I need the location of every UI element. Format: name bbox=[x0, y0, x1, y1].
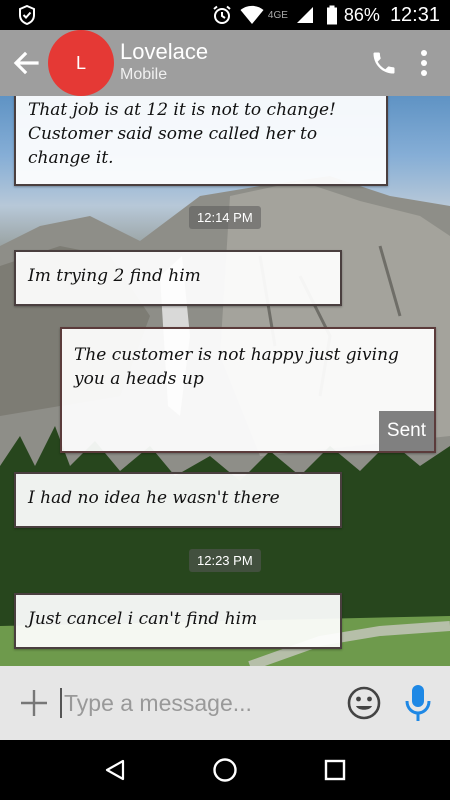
sent-status-badge: Sent bbox=[378, 411, 434, 451]
message-text-line: The customer is not happy just giving bbox=[74, 345, 399, 365]
call-button[interactable] bbox=[364, 41, 404, 85]
battery-percent: 86% bbox=[343, 4, 380, 25]
battery-icon bbox=[326, 5, 338, 25]
app-bar: L Lovelace Mobile bbox=[0, 30, 450, 96]
nav-home-button[interactable] bbox=[200, 745, 250, 795]
plus-icon bbox=[21, 690, 47, 716]
message-text-line: That job is at 12 it is not to change! bbox=[28, 100, 336, 120]
network-type: 4GE bbox=[267, 9, 288, 21]
more-vert-icon bbox=[421, 50, 427, 76]
message-text-line: I had no idea he wasn't there bbox=[28, 488, 280, 508]
message-bubble-incoming[interactable]: Im trying 2 find him bbox=[14, 250, 342, 306]
contact-subtitle: Mobile bbox=[120, 66, 168, 83]
back-arrow-icon bbox=[13, 51, 39, 75]
message-bubble-outgoing[interactable]: The customer is not happy just giving yo… bbox=[60, 327, 436, 453]
microphone-icon bbox=[405, 685, 431, 721]
message-text-line: Im trying 2 find him bbox=[28, 266, 201, 286]
system-nav-bar bbox=[0, 740, 450, 800]
alarm-icon bbox=[212, 5, 232, 25]
contact-name: Lovelace bbox=[120, 39, 209, 64]
status-bar: 4GE 86% 12:31 bbox=[0, 0, 450, 30]
recents-icon bbox=[324, 759, 346, 781]
text-cursor bbox=[60, 688, 62, 718]
contact-info[interactable]: Lovelace Mobile bbox=[120, 40, 364, 86]
signal-icon bbox=[296, 6, 314, 24]
emoji-icon bbox=[347, 686, 381, 720]
back-icon bbox=[105, 759, 125, 781]
message-text-line: Just cancel i can't find him bbox=[28, 609, 258, 629]
message-text-line: change it. bbox=[28, 148, 114, 168]
conversation-view[interactable]: That job is at 12 it is not to change! C… bbox=[0, 96, 450, 666]
compose-bar bbox=[0, 666, 450, 740]
voice-input-button[interactable] bbox=[398, 681, 438, 725]
home-icon bbox=[213, 758, 237, 782]
message-bubble-incoming[interactable]: I had no idea he wasn't there bbox=[14, 472, 342, 528]
timestamp: 12:23 PM bbox=[189, 549, 261, 572]
back-button[interactable] bbox=[4, 41, 48, 85]
more-options-button[interactable] bbox=[404, 41, 444, 85]
status-time: 12:31 bbox=[389, 3, 440, 26]
wifi-icon bbox=[240, 5, 264, 25]
attach-button[interactable] bbox=[12, 681, 56, 725]
message-text-line: Customer said some called her to bbox=[28, 124, 318, 144]
message-bubble-incoming[interactable]: That job is at 12 it is not to change! C… bbox=[14, 96, 388, 186]
nav-recents-button[interactable] bbox=[310, 745, 360, 795]
message-text-line: you a heads up bbox=[74, 369, 204, 389]
avatar[interactable]: L bbox=[48, 30, 114, 96]
phone-icon bbox=[373, 52, 395, 74]
nav-back-button[interactable] bbox=[90, 745, 140, 795]
shield-check-icon bbox=[18, 5, 36, 25]
message-bubble-incoming[interactable]: Just cancel i can't find him bbox=[14, 593, 342, 649]
timestamp: 12:14 PM bbox=[189, 206, 261, 229]
message-input[interactable] bbox=[64, 689, 334, 717]
emoji-button[interactable] bbox=[344, 683, 384, 723]
